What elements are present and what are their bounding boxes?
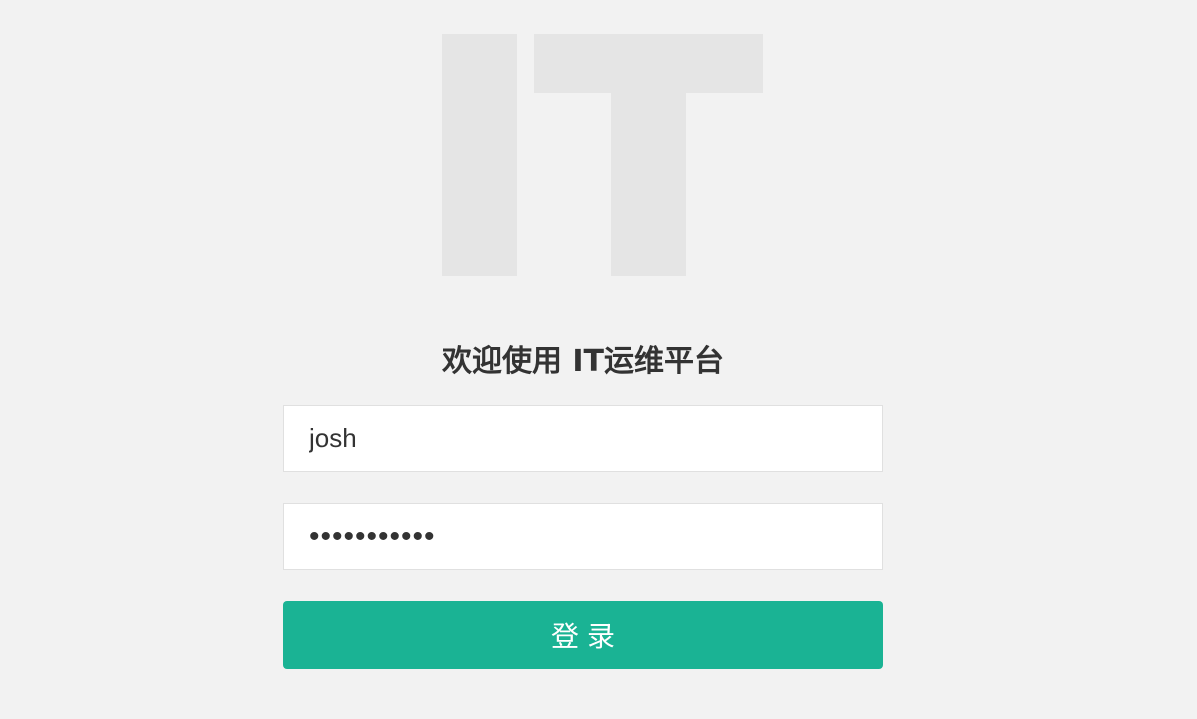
username-input[interactable] [283, 405, 883, 472]
logo-letter-i [442, 34, 517, 276]
logo-letter-t-bar [534, 34, 763, 93]
password-input[interactable] [283, 503, 883, 570]
it-logo [0, 0, 1197, 300]
login-button[interactable]: 登录 [283, 601, 883, 669]
page-title: 欢迎使用 IT运维平台 [441, 344, 725, 379]
logo-letter-t-stem [611, 93, 686, 276]
login-page: 欢迎使用 IT运维平台 登录 [0, 0, 1197, 719]
